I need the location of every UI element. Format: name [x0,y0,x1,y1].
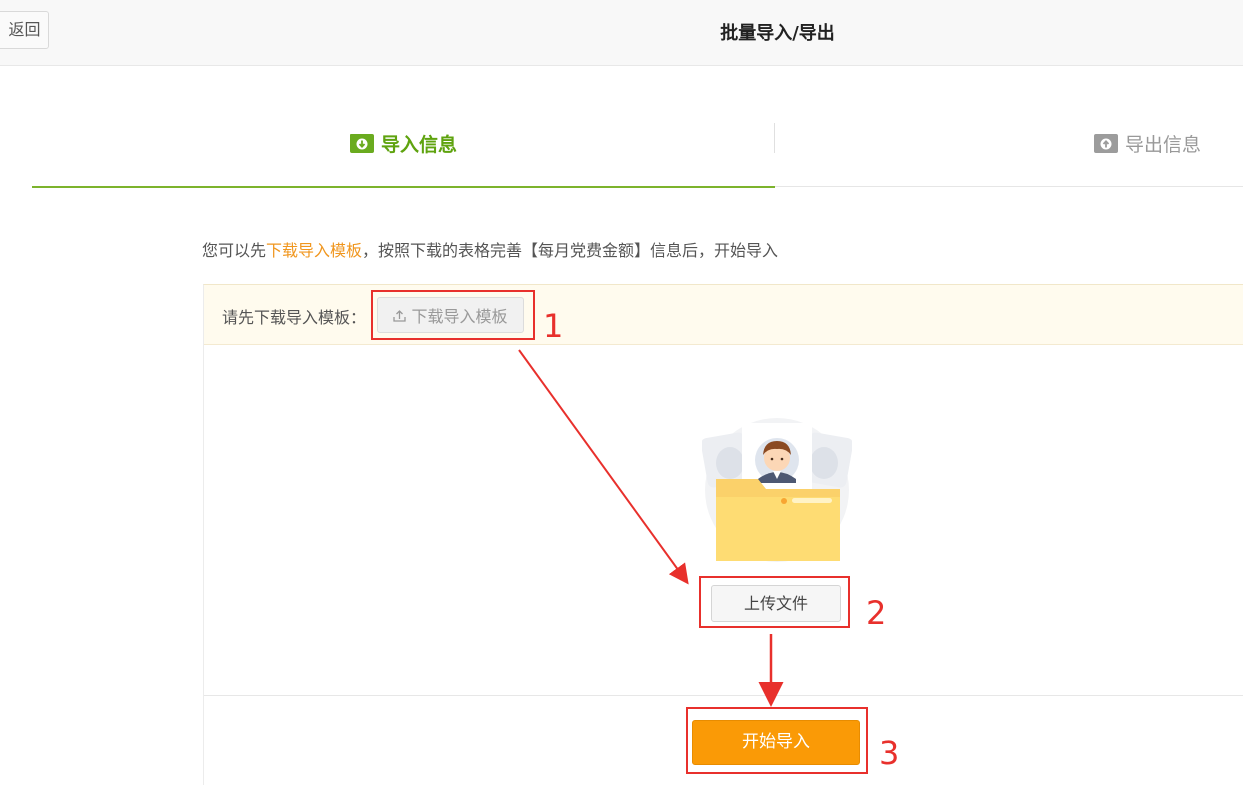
annotation-number-2: 2 [866,594,887,632]
annotation-box-2 [699,576,850,628]
annotation-box-3 [686,707,868,774]
annotation-arrows [518,349,784,707]
annotation-number-3: 3 [879,734,900,772]
annotation-box-1 [371,290,535,340]
page: 返回 批量导入/导出 导入信息 导出信息 您可以先下载导入模板，按照下载的表格完… [0,0,1243,785]
annotation-number-1: 1 [543,307,564,345]
